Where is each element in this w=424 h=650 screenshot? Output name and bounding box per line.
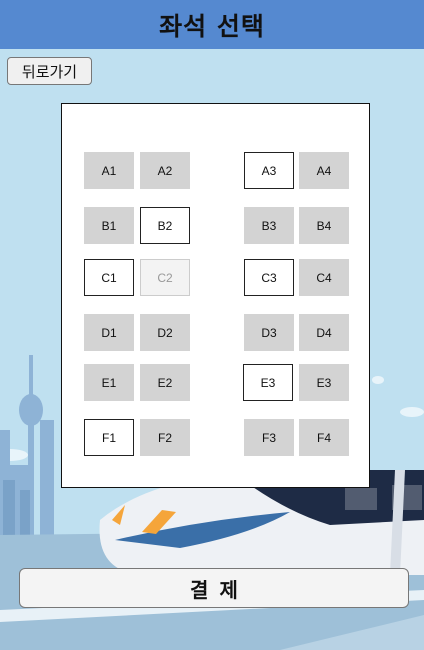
seat-c3[interactable]: C3 <box>244 259 294 296</box>
seat-a2: A2 <box>140 152 190 189</box>
seat-f3: F3 <box>244 419 294 456</box>
seat-map: A1 A2 A3 A4 B1 B2 B3 B4 C1 C2 C3 C4 D1 D… <box>61 103 370 488</box>
seat-f1[interactable]: F1 <box>84 419 134 456</box>
seat-f2: F2 <box>140 419 190 456</box>
seat-d3: D3 <box>244 314 294 351</box>
seat-a3[interactable]: A3 <box>244 152 294 189</box>
app-header: 좌석 선택 <box>0 0 424 49</box>
seat-b4: B4 <box>299 207 349 244</box>
seat-d1: D1 <box>84 314 134 351</box>
seat-e3a[interactable]: E3 <box>243 364 293 401</box>
seat-a4: A4 <box>299 152 349 189</box>
seat-a1: A1 <box>84 152 134 189</box>
pay-button[interactable]: 결 제 <box>19 568 409 608</box>
seat-d4: D4 <box>299 314 349 351</box>
seat-b2[interactable]: B2 <box>140 207 190 244</box>
back-button[interactable]: 뒤로가기 <box>7 57 92 85</box>
seat-d2: D2 <box>140 314 190 351</box>
seat-b3: B3 <box>244 207 294 244</box>
seat-c2: C2 <box>140 259 190 296</box>
seat-e1: E1 <box>84 364 134 401</box>
seat-b1: B1 <box>84 207 134 244</box>
seat-f4: F4 <box>299 419 349 456</box>
page-title: 좌석 선택 <box>159 11 265 41</box>
seat-e3b: E3 <box>299 364 349 401</box>
seat-c1[interactable]: C1 <box>84 259 134 296</box>
seat-c4: C4 <box>299 259 349 296</box>
seat-e2: E2 <box>140 364 190 401</box>
